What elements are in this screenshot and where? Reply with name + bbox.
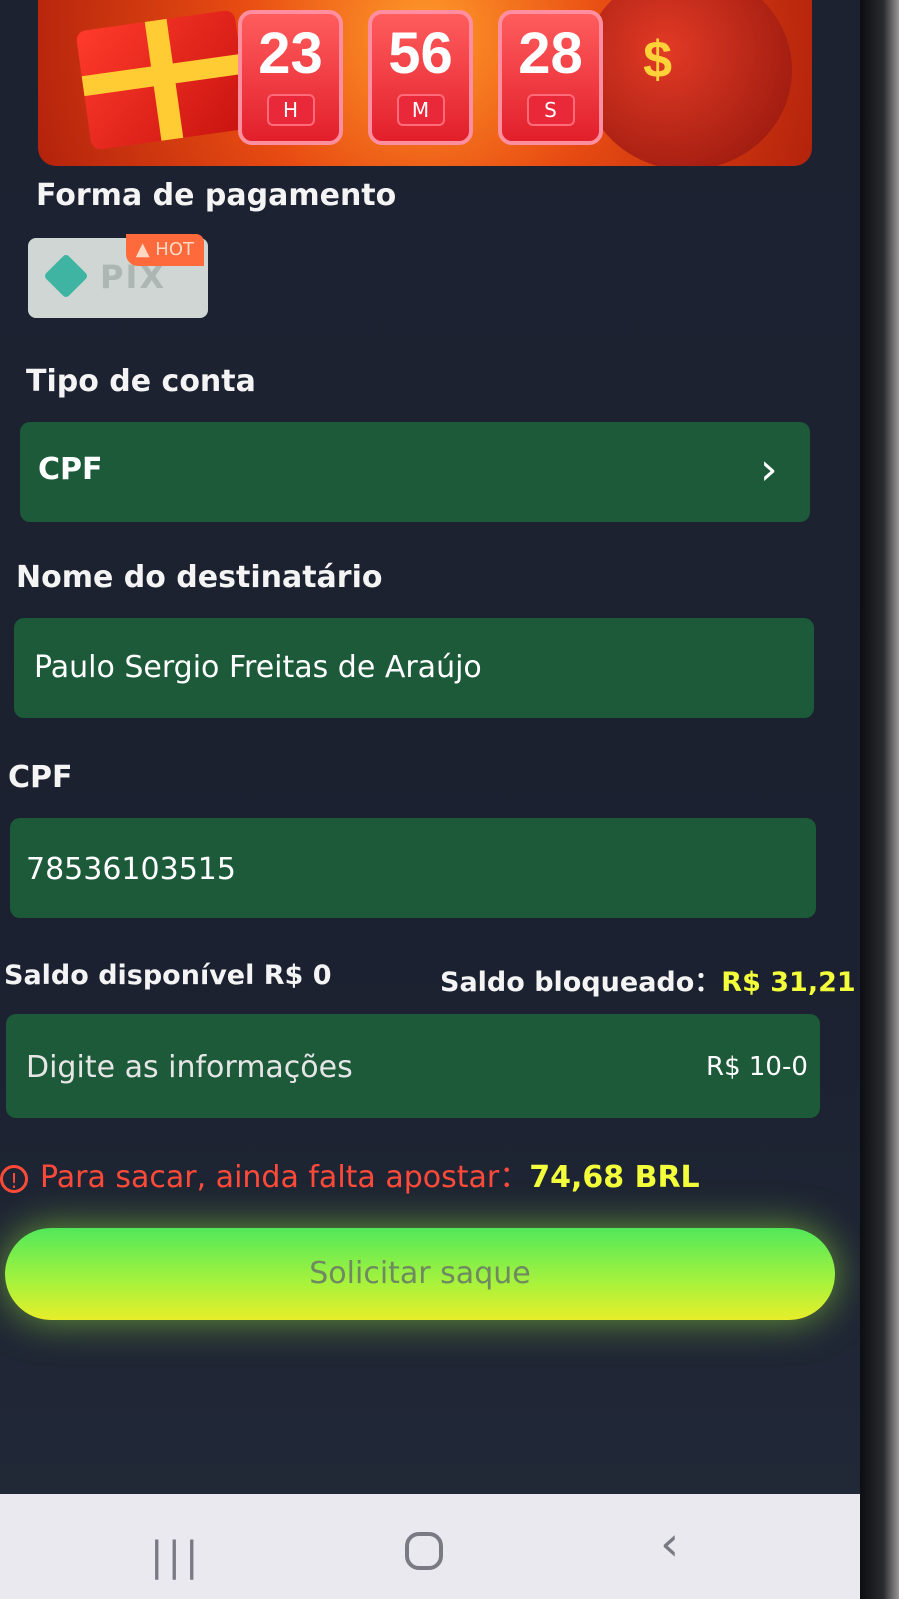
back-icon[interactable]: ‹ (660, 1516, 679, 1572)
account-type-value: CPF (38, 452, 103, 487)
cpf-field[interactable]: 78536103515 (10, 818, 816, 918)
minutes-value: 56 (388, 21, 453, 86)
gift-box-icon (75, 9, 251, 151)
recipient-name-label: Nome do destinatário (16, 560, 383, 595)
android-nav-bar: ||| ‹ (0, 1494, 860, 1599)
promo-countdown-banner: $ 23 H 56 M 28 S (38, 0, 812, 166)
blocked-balance-value: R$ 31,21 (721, 967, 856, 998)
recipient-name-field[interactable]: Paulo Sergio Freitas de Araújo (14, 618, 814, 718)
recent-apps-icon[interactable]: ||| (150, 1534, 202, 1580)
wager-requirement-text: Para sacar, ainda falta apostar： (40, 1160, 530, 1195)
warning-icon: ! (0, 1164, 28, 1193)
seconds-value: 28 (518, 21, 583, 86)
wager-requirement-amount: 74,68 BRL (529, 1160, 700, 1195)
countdown-minutes: 56 M (368, 10, 473, 145)
account-type-label: Tipo de conta (26, 364, 256, 399)
cpf-value: 78536103515 (26, 852, 236, 887)
cpf-label: CPF (8, 760, 73, 795)
countdown-hours: 23 H (238, 10, 343, 145)
pix-logo-icon (43, 253, 89, 299)
pix-payment-option[interactable]: PIX ▲ HOT (28, 234, 208, 318)
money-bag-icon (582, 0, 792, 166)
blocked-balance-label: Saldo bloqueado：R$ 31,21 (440, 960, 856, 999)
amount-placeholder: Digite as informações (26, 1050, 353, 1085)
amount-range: R$ 10-0 (706, 1052, 808, 1082)
minutes-unit: M (396, 94, 445, 126)
recipient-name-value: Paulo Sergio Freitas de Araújo (34, 650, 482, 685)
withdraw-amount-input[interactable]: Digite as informações R$ 10-0 (6, 1014, 820, 1118)
withdraw-screen: $ 23 H 56 M 28 S Forma de pagamento PIX … (0, 0, 860, 1599)
hours-value: 23 (258, 21, 323, 86)
phone-bezel (860, 0, 899, 1599)
account-type-select[interactable]: CPF › (20, 422, 810, 522)
seconds-unit: S (526, 94, 575, 126)
dollar-sign-icon: $ (643, 31, 672, 89)
wager-requirement-notice: ! Para sacar, ainda falta apostar：74,68 B… (0, 1152, 700, 1196)
home-icon[interactable] (405, 1532, 443, 1570)
chevron-right-icon: › (760, 444, 778, 495)
blocked-balance-text: Saldo bloqueado： (440, 967, 722, 998)
hours-unit: H (266, 94, 315, 126)
countdown-seconds: 28 S (498, 10, 603, 145)
available-balance: Saldo disponível R$ 0 (4, 960, 332, 991)
payment-method-label: Forma de pagamento (36, 178, 397, 213)
hot-badge: ▲ HOT (125, 234, 204, 266)
request-withdrawal-button[interactable]: Solicitar saque (5, 1228, 835, 1320)
